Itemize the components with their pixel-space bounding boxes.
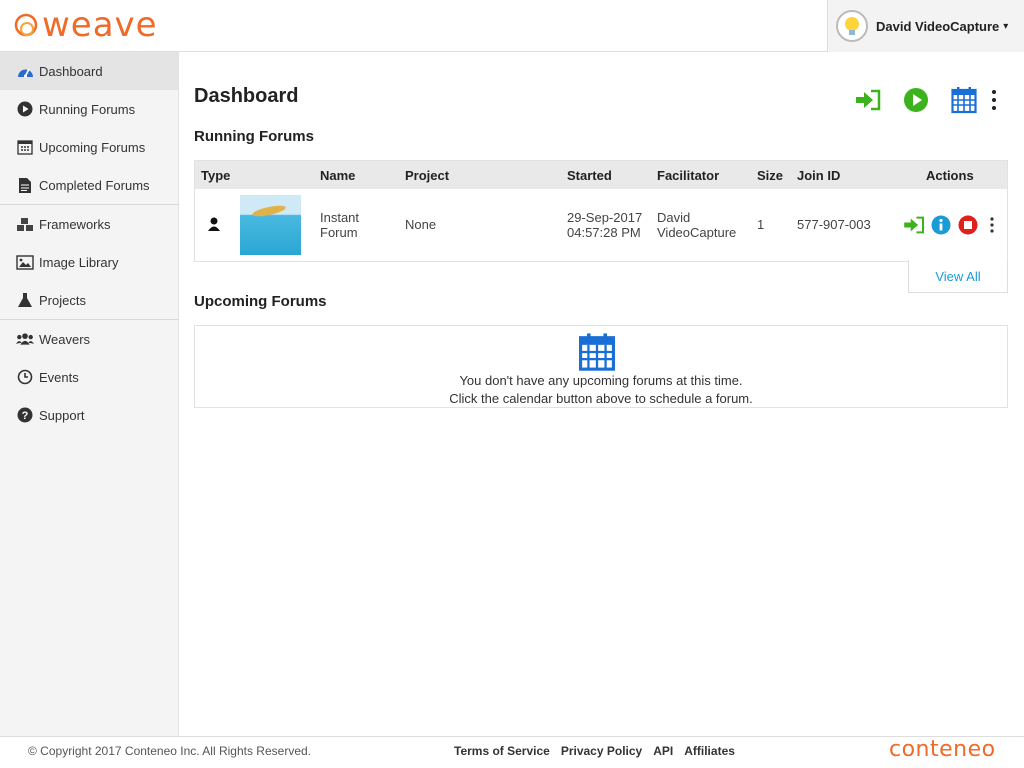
start-forum-button[interactable]: [902, 86, 930, 114]
sign-in-icon: [904, 216, 925, 234]
sidebar-item-projects[interactable]: Projects: [0, 281, 178, 319]
row-actions: [903, 214, 1002, 236]
join-forum-button[interactable]: [903, 214, 925, 236]
column-header[interactable]: Started: [567, 168, 612, 183]
calendar-icon: [16, 138, 34, 156]
sidebar-item-support[interactable]: ? Support: [0, 396, 178, 434]
app-header: weave David VideoCapture ▾: [0, 0, 1024, 52]
cubes-icon: [16, 215, 34, 233]
forum-started: 29-Sep-2017 04:57:28 PM: [567, 210, 643, 240]
kebab-menu-icon: [990, 217, 994, 233]
join-forum-button[interactable]: [854, 86, 882, 114]
stop-icon: [958, 215, 978, 235]
sidebar-item-label: Completed Forums: [39, 177, 150, 193]
page-title: Dashboard: [194, 85, 299, 107]
sidebar-item-label: Projects: [39, 292, 86, 308]
sidebar-item-completed-forums[interactable]: Completed Forums: [0, 166, 178, 204]
empty-message: You don't have any upcoming forums at th…: [459, 373, 743, 388]
kebab-menu-icon: [992, 90, 996, 110]
logo-text: weave: [42, 5, 158, 45]
forum-name[interactable]: Instant Forum: [320, 210, 359, 240]
table-header: Type Name Project Started Facilitator Si…: [195, 161, 1007, 189]
weave-logo[interactable]: weave: [14, 8, 158, 42]
column-header: Actions: [926, 168, 974, 183]
more-options-button[interactable]: [988, 86, 1000, 114]
column-header[interactable]: Project: [405, 168, 449, 183]
forum-facilitator: David VideoCapture: [657, 210, 737, 240]
terms-of-service-link[interactable]: Terms of Service: [454, 744, 550, 758]
clock-icon: [16, 368, 34, 386]
sidebar-item-events[interactable]: Events: [0, 358, 178, 396]
column-header[interactable]: Size: [757, 168, 783, 183]
copyright-text: © Copyright 2017 Conteneo Inc. All Right…: [28, 744, 311, 758]
affiliates-link[interactable]: Affiliates: [684, 744, 735, 758]
column-header[interactable]: Name: [320, 168, 355, 183]
flask-icon: [16, 291, 34, 309]
forum-join-id: 577-907-003: [797, 217, 871, 232]
column-header[interactable]: Facilitator: [657, 168, 719, 183]
running-forums-table: Type Name Project Started Facilitator Si…: [194, 160, 1008, 262]
info-icon: [931, 215, 951, 235]
upcoming-forums-empty-state: You don't have any upcoming forums at th…: [194, 325, 1008, 408]
sidebar-item-label: Weavers: [39, 331, 91, 347]
forum-thumbnail: [240, 195, 301, 255]
sidebar-item-dashboard[interactable]: Dashboard: [0, 52, 178, 90]
view-all-button[interactable]: View All: [908, 260, 1008, 293]
column-header[interactable]: Join ID: [797, 168, 840, 183]
sidebar-item-image-library[interactable]: Image Library: [0, 243, 178, 281]
calendar-icon: [578, 332, 616, 375]
sidebar-item-upcoming-forums[interactable]: Upcoming Forums: [0, 128, 178, 166]
lightbulb-icon: [845, 17, 859, 35]
column-header[interactable]: Type: [201, 168, 230, 183]
sidebar-item-label: Upcoming Forums: [39, 139, 146, 155]
sidebar-item-label: Running Forums: [39, 101, 136, 117]
play-circle-icon: [16, 100, 34, 118]
image-icon: [16, 253, 34, 271]
table-row[interactable]: Instant Forum None 29-Sep-2017 04:57:28 …: [195, 189, 1007, 261]
privacy-policy-link[interactable]: Privacy Policy: [561, 744, 642, 758]
sidebar-item-label: Frameworks: [39, 216, 111, 232]
page-actions: [854, 86, 1000, 114]
sidebar-item-frameworks[interactable]: Frameworks: [0, 205, 178, 243]
sidebar-item-label: Image Library: [39, 254, 119, 270]
empty-hint: Click the calendar button above to sched…: [449, 391, 753, 406]
play-circle-icon: [904, 88, 928, 112]
row-more-options-button[interactable]: [987, 214, 997, 236]
stop-forum-button[interactable]: [957, 214, 979, 236]
help-icon: ?: [16, 406, 34, 424]
dashboard-icon: [16, 62, 34, 80]
app-footer: © Copyright 2017 Conteneo Inc. All Right…: [0, 736, 1024, 768]
running-forums-heading: Running Forums: [194, 128, 314, 145]
calendar-icon: [951, 87, 977, 114]
sidebar-item-label: Dashboard: [39, 63, 103, 79]
conteneo-logo[interactable]: conteneo: [889, 737, 996, 762]
sidebar-item-running-forums[interactable]: Running Forums: [0, 90, 178, 128]
user-menu[interactable]: David VideoCapture ▾: [827, 0, 1024, 52]
footer-links: Terms of Service Privacy Policy API Affi…: [454, 744, 746, 758]
api-link[interactable]: API: [653, 744, 673, 758]
forum-project: None: [405, 217, 437, 232]
document-icon: [16, 176, 34, 194]
user-icon: [208, 217, 220, 234]
forum-size: 1: [757, 217, 765, 232]
chevron-down-icon: ▾: [1003, 20, 1009, 32]
upcoming-forums-heading: Upcoming Forums: [194, 293, 327, 310]
svg-text:?: ?: [22, 410, 29, 422]
weave-logo-icon: [14, 13, 38, 37]
user-name: David VideoCapture: [876, 18, 1000, 34]
avatar: [836, 10, 868, 42]
forum-info-button[interactable]: [930, 214, 952, 236]
users-icon: [16, 330, 34, 348]
sidebar: Dashboard Running Forums Upcoming Forums…: [0, 52, 179, 736]
sidebar-item-label: Support: [39, 407, 85, 423]
sign-in-icon: [856, 89, 881, 111]
sidebar-item-weavers[interactable]: Weavers: [0, 320, 178, 358]
sidebar-item-label: Events: [39, 369, 79, 385]
schedule-forum-button[interactable]: [950, 86, 978, 114]
